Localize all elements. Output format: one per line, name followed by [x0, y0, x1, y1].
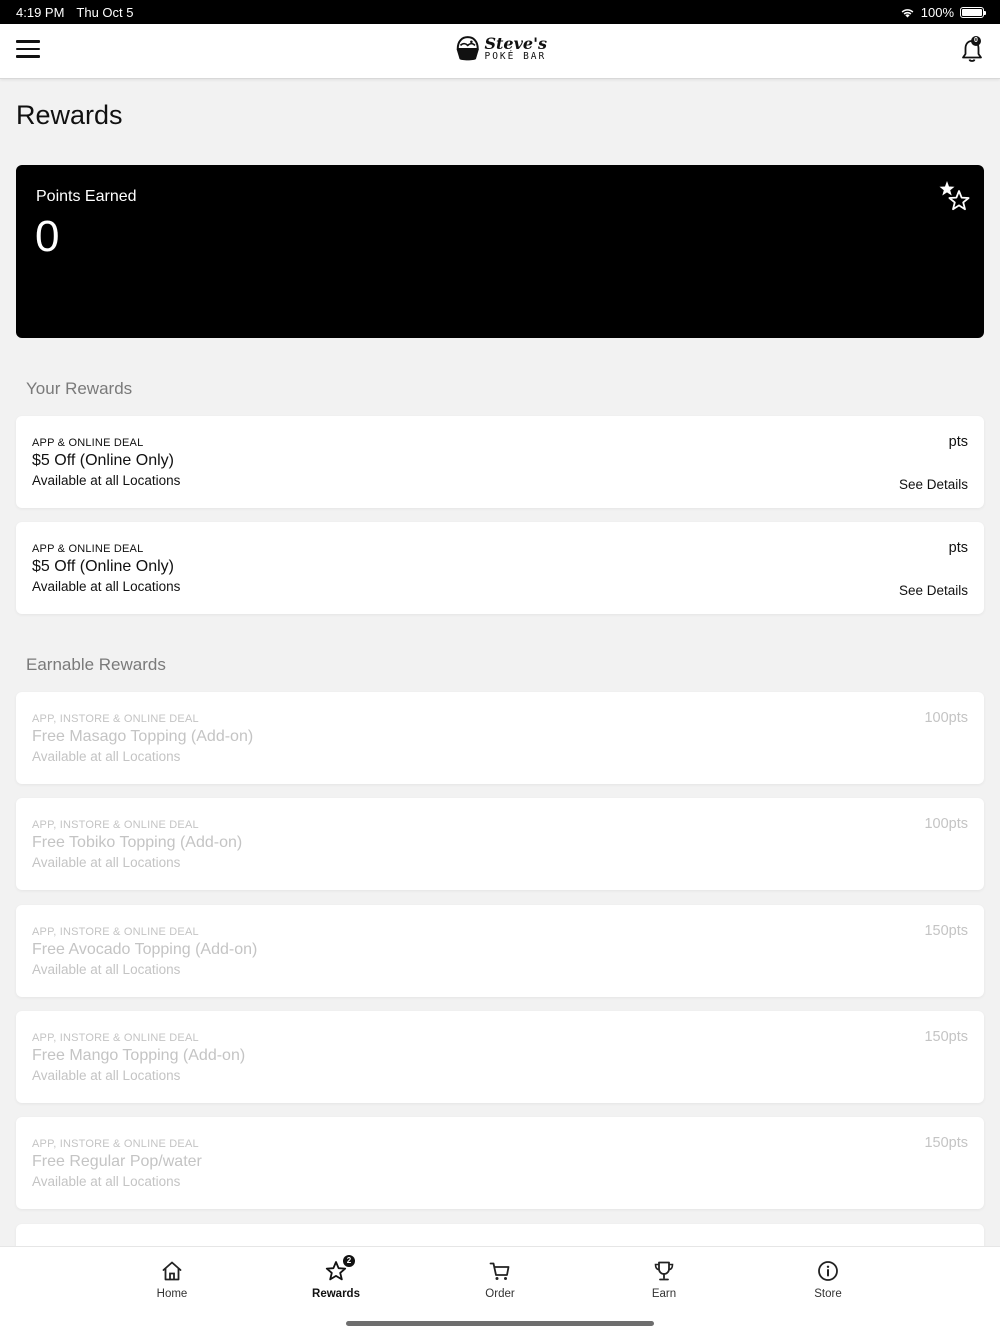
deal-type: APP, INSTORE & ONLINE DEAL — [32, 926, 199, 938]
stars-icon — [939, 181, 970, 211]
deal-name: Free Tobiko Topping (Add-on) — [32, 834, 243, 851]
tab-order-label: Order — [485, 1288, 515, 1300]
notifications-button[interactable]: 0 — [960, 36, 984, 64]
deal-availability: Available at all Locations — [32, 749, 181, 764]
tab-home-label: Home — [156, 1288, 188, 1300]
deal-name: $5 Off (Online Only) — [32, 452, 174, 469]
earnable-reward-card[interactable]: APP, INSTORE & ONLINE DEAL Free Masago T… — [16, 692, 984, 784]
tab-earn-label: Earn — [651, 1288, 677, 1300]
logo-text: Steve's POKÉ BAR — [484, 36, 547, 62]
deal-name: $5 Off (Online Only) — [32, 558, 174, 575]
reward-card[interactable]: APP & ONLINE DEAL $5 Off (Online Only) A… — [16, 416, 984, 508]
deal-points: 100pts — [924, 816, 968, 832]
tab-store-label: Store — [814, 1288, 842, 1300]
points-label: Points Earned — [36, 188, 137, 205]
deal-points: 150pts — [924, 923, 968, 939]
brand-logo[interactable]: Steve's POKÉ BAR — [455, 31, 547, 67]
poke-bowl-logo-icon — [456, 36, 479, 61]
tab-store[interactable]: Store — [778, 1259, 878, 1305]
earnable-reward-card[interactable]: APP, INSTORE & ONLINE DEAL Free Avocado … — [16, 905, 984, 997]
logo-line1: Steve's — [484, 34, 547, 54]
rewards-badge: 2 — [343, 1255, 355, 1267]
deal-points: 150pts — [924, 1029, 968, 1045]
earnable-reward-card[interactable]: APP, INSTORE & ONLINE DEAL Free Regular … — [16, 1117, 984, 1209]
trophy-icon — [654, 1261, 674, 1281]
app-header: Steve's POKÉ BAR 0 — [0, 24, 1000, 79]
deal-points: 150pts — [924, 1135, 968, 1151]
earnable-reward-card[interactable]: APP, INSTORE & ONLINE DEAL Free Mango To… — [16, 1011, 984, 1103]
tab-rewards-label: Rewards — [312, 1288, 360, 1300]
deal-availability: Available at all Locations — [32, 1068, 181, 1083]
notification-badge: 0 — [971, 36, 981, 46]
deal-points: pts — [948, 434, 968, 450]
hamburger-line — [16, 47, 40, 50]
see-details-link[interactable]: See Details — [899, 477, 968, 492]
points-value: 0 — [35, 212, 60, 261]
deal-name: Free Avocado Topping (Add-on) — [32, 941, 258, 958]
deal-name: Free Regular Pop/water — [32, 1153, 202, 1170]
status-date: Thu Oct 5 — [76, 4, 134, 20]
deal-type: APP, INSTORE & ONLINE DEAL — [32, 1138, 199, 1150]
deal-name: Free Masago Topping (Add-on) — [32, 728, 254, 745]
reward-card[interactable]: APP & ONLINE DEAL $5 Off (Online Only) A… — [16, 522, 984, 614]
earnable-rewards-heading: Earnable Rewards — [26, 655, 166, 674]
hamburger-icon — [16, 40, 40, 43]
your-rewards-heading: Your Rewards — [26, 379, 133, 398]
deal-availability: Available at all Locations — [32, 579, 181, 594]
deal-type: APP & ONLINE DEAL — [32, 543, 144, 555]
tab-earn[interactable]: Earn — [614, 1259, 714, 1305]
tab-order[interactable]: Order — [450, 1259, 550, 1305]
home-indicator — [346, 1321, 654, 1326]
menu-button[interactable] — [16, 40, 40, 62]
logo-line2: POKÉ BAR — [484, 51, 547, 63]
tab-home[interactable]: Home — [122, 1259, 222, 1305]
hamburger-line — [16, 55, 40, 58]
deal-points: pts — [948, 540, 968, 556]
home-icon — [162, 1261, 182, 1281]
status-right: 100% — [900, 4, 986, 20]
deal-name: Free Mango Topping (Add-on) — [32, 1047, 246, 1064]
deal-type: APP, INSTORE & ONLINE DEAL — [32, 1032, 199, 1044]
wifi-icon — [901, 8, 914, 17]
deal-availability: Available at all Locations — [32, 473, 181, 488]
status-time: 4:19 PM — [16, 4, 65, 20]
deal-availability: Available at all Locations — [32, 1174, 181, 1189]
see-details-link[interactable]: See Details — [899, 583, 968, 598]
deal-points: 100pts — [924, 710, 968, 726]
deal-availability: Available at all Locations — [32, 855, 181, 870]
status-bar: 4:19 PM Thu Oct 5 100% — [0, 0, 1000, 24]
deal-type: APP, INSTORE & ONLINE DEAL — [32, 713, 199, 725]
battery-percent: 100% — [920, 4, 954, 20]
deal-availability: Available at all Locations — [32, 962, 181, 977]
deal-type: APP, INSTORE & ONLINE DEAL — [32, 819, 199, 831]
cart-icon — [489, 1262, 510, 1280]
points-card: Points Earned 0 — [16, 165, 984, 338]
deal-type: APP & ONLINE DEAL — [32, 437, 144, 449]
page-title: Rewards — [16, 100, 123, 130]
battery-icon — [960, 6, 986, 18]
info-icon — [818, 1261, 838, 1281]
earnable-reward-card[interactable]: APP, INSTORE & ONLINE DEAL Free Tobiko T… — [16, 798, 984, 890]
tab-rewards[interactable]: 2 Rewards — [286, 1255, 386, 1305]
